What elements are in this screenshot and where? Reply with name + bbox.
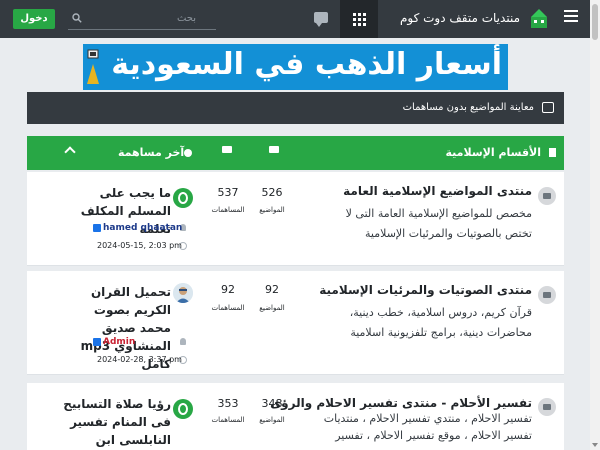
forum-chat-icon: [538, 286, 556, 304]
user-icon: [180, 338, 186, 345]
topics-column-icon: [269, 146, 279, 153]
banner-text: أسعار الذهب في السعودية: [111, 47, 502, 82]
forum-row[interactable]: منتدى الصوتيات والمرئيات الإسلامية قرآن …: [27, 271, 564, 375]
search-input[interactable]: [68, 8, 216, 30]
forum-title-link[interactable]: منتدى الصوتيات والمرئيات الإسلامية: [319, 283, 532, 297]
apps-grid-icon[interactable]: [340, 0, 378, 38]
user-avatar[interactable]: [173, 399, 193, 419]
forum-row[interactable]: تفسير الأحلام - منتدى تفسير الاحلام والر…: [27, 383, 564, 450]
forum-chat-icon: [538, 398, 556, 416]
posts-column-icon: [222, 146, 232, 153]
search-icon[interactable]: [72, 13, 82, 23]
topics-label: المواضيع: [259, 304, 285, 312]
site-logo-icon[interactable]: [528, 7, 550, 29]
forum-description: مخصص للمواضيع الإسلامية العامة التى لا ت…: [345, 207, 532, 240]
posts-label: المساهمات: [211, 304, 245, 312]
topics-count: 92: [265, 283, 279, 296]
posts-label: المساهمات: [211, 416, 245, 424]
top-navbar: منتديات متقف دوت كوم دخول: [0, 0, 590, 38]
posts-count: 92: [221, 283, 235, 296]
forum-description: تفسير الاحلام ، منتدي تفسير الاحلام ، من…: [323, 412, 532, 442]
category-header: الأقسام الإسلامية آخر مساهمة: [27, 136, 564, 170]
posts-count: 537: [217, 186, 239, 199]
category-title[interactable]: الأقسام الإسلامية: [446, 146, 541, 159]
topics-label: المواضيع: [259, 416, 285, 424]
hamburger-menu-icon[interactable]: [564, 10, 578, 22]
posts-count: 353: [217, 397, 239, 410]
scrollbar-thumb[interactable]: [592, 4, 598, 40]
scroll-down-arrow-icon[interactable]: [592, 443, 598, 447]
login-button[interactable]: دخول: [13, 9, 55, 29]
user-badge-icon: [93, 338, 101, 346]
unanswered-topics-link[interactable]: معاينة المواضيع بدون مساهمات: [27, 92, 564, 124]
last-post-date: 2024-02-28, 3:37 pm: [97, 355, 182, 364]
forum-row[interactable]: منتدى المواضيع الإسلامية العامة مخصص للم…: [27, 172, 564, 266]
speech-bubble-icon: [542, 102, 554, 113]
user-badge-icon: [93, 224, 101, 232]
user-avatar[interactable]: [173, 188, 193, 208]
forum-chat-icon: [538, 187, 556, 205]
collapse-chevron-icon[interactable]: [64, 146, 76, 158]
topics-count: 348: [261, 397, 283, 410]
last-post-user-link[interactable]: hamed qhaatan: [103, 223, 182, 233]
topics-count: 526: [261, 186, 283, 199]
last-post-user-link[interactable]: Admin: [103, 337, 135, 347]
document-icon: [549, 148, 556, 157]
messages-icon[interactable]: [314, 12, 328, 27]
topics-label: المواضيع: [259, 206, 285, 214]
posts-label: المساهمات: [211, 206, 245, 214]
last-post-title-link[interactable]: رؤيا صلاة التسابيح فى المنام تفسير الناب…: [61, 395, 171, 450]
last-post-date: 2024-05-15, 2:03 pm: [97, 241, 182, 250]
forum-description: قرآن كريم، دروس اسلامية، خطب دينية، محاض…: [349, 306, 532, 339]
unanswered-topics-label: معاينة المواضيع بدون مساهمات: [402, 102, 534, 113]
gold-prices-banner[interactable]: أسعار الذهب في السعودية: [83, 44, 508, 90]
clock-icon: [184, 149, 192, 157]
page-scrollbar[interactable]: [590, 0, 600, 450]
site-title-link[interactable]: منتديات متقف دوت كوم: [400, 11, 520, 25]
forum-title-link[interactable]: منتدى المواضيع الإسلامية العامة: [343, 184, 532, 198]
gold-bars-icon: [87, 49, 99, 84]
forum-title-link[interactable]: تفسير الأحلام - منتدى تفسير الاحلام والر…: [270, 396, 532, 410]
last-post-header: آخر مساهمة: [118, 146, 185, 159]
user-avatar[interactable]: [173, 283, 193, 303]
